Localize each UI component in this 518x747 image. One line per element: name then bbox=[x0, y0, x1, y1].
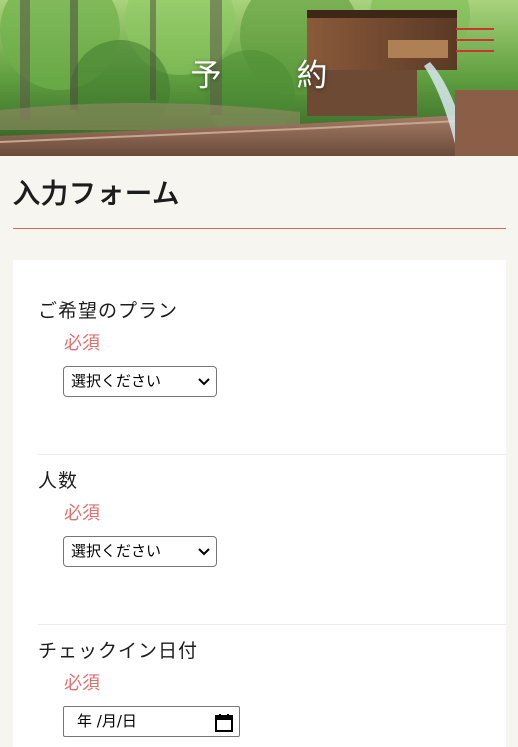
field-label-plan: ご希望のプラン bbox=[38, 300, 179, 322]
chevron-down-icon bbox=[198, 537, 210, 566]
section-heading: 入力フォーム bbox=[13, 179, 181, 210]
field-label-checkin-date: チェックイン日付 bbox=[38, 640, 199, 662]
hamburger-menu-icon[interactable] bbox=[456, 24, 496, 58]
plan-select[interactable]: 選択ください bbox=[63, 366, 217, 397]
guests-select[interactable]: 選択ください bbox=[63, 536, 217, 567]
heading-divider bbox=[13, 228, 506, 229]
page-title: 予 約 bbox=[190, 58, 350, 94]
menu-bar-bottom bbox=[456, 50, 494, 52]
field-divider bbox=[38, 454, 506, 455]
checkin-date-input[interactable]: 年 /月/日 bbox=[63, 706, 240, 737]
field-plan: ご希望のプラン 必須 選択ください bbox=[38, 296, 506, 397]
required-badge: 必須 bbox=[64, 673, 100, 694]
chevron-down-icon bbox=[198, 367, 210, 396]
hero-banner: 予 約 bbox=[0, 0, 518, 156]
reservation-form: ご希望のプラン 必須 選択ください 人数 必須 選択ください チェックイン日付 … bbox=[13, 260, 506, 747]
checkin-date-value: 年 /月/日 bbox=[77, 712, 137, 730]
field-label-guests: 人数 bbox=[38, 470, 79, 492]
menu-bar-top bbox=[456, 28, 494, 30]
required-badge: 必須 bbox=[64, 503, 100, 524]
plan-select-value: 選択ください bbox=[71, 372, 162, 390]
menu-bar-middle bbox=[456, 39, 494, 41]
guests-select-value: 選択ください bbox=[71, 542, 162, 560]
field-guests: 人数 必須 選択ください bbox=[38, 466, 506, 567]
field-divider bbox=[38, 624, 506, 625]
calendar-icon[interactable] bbox=[215, 713, 233, 732]
required-badge: 必須 bbox=[64, 333, 100, 354]
field-checkin-date: チェックイン日付 必須 年 /月/日 bbox=[38, 636, 506, 737]
